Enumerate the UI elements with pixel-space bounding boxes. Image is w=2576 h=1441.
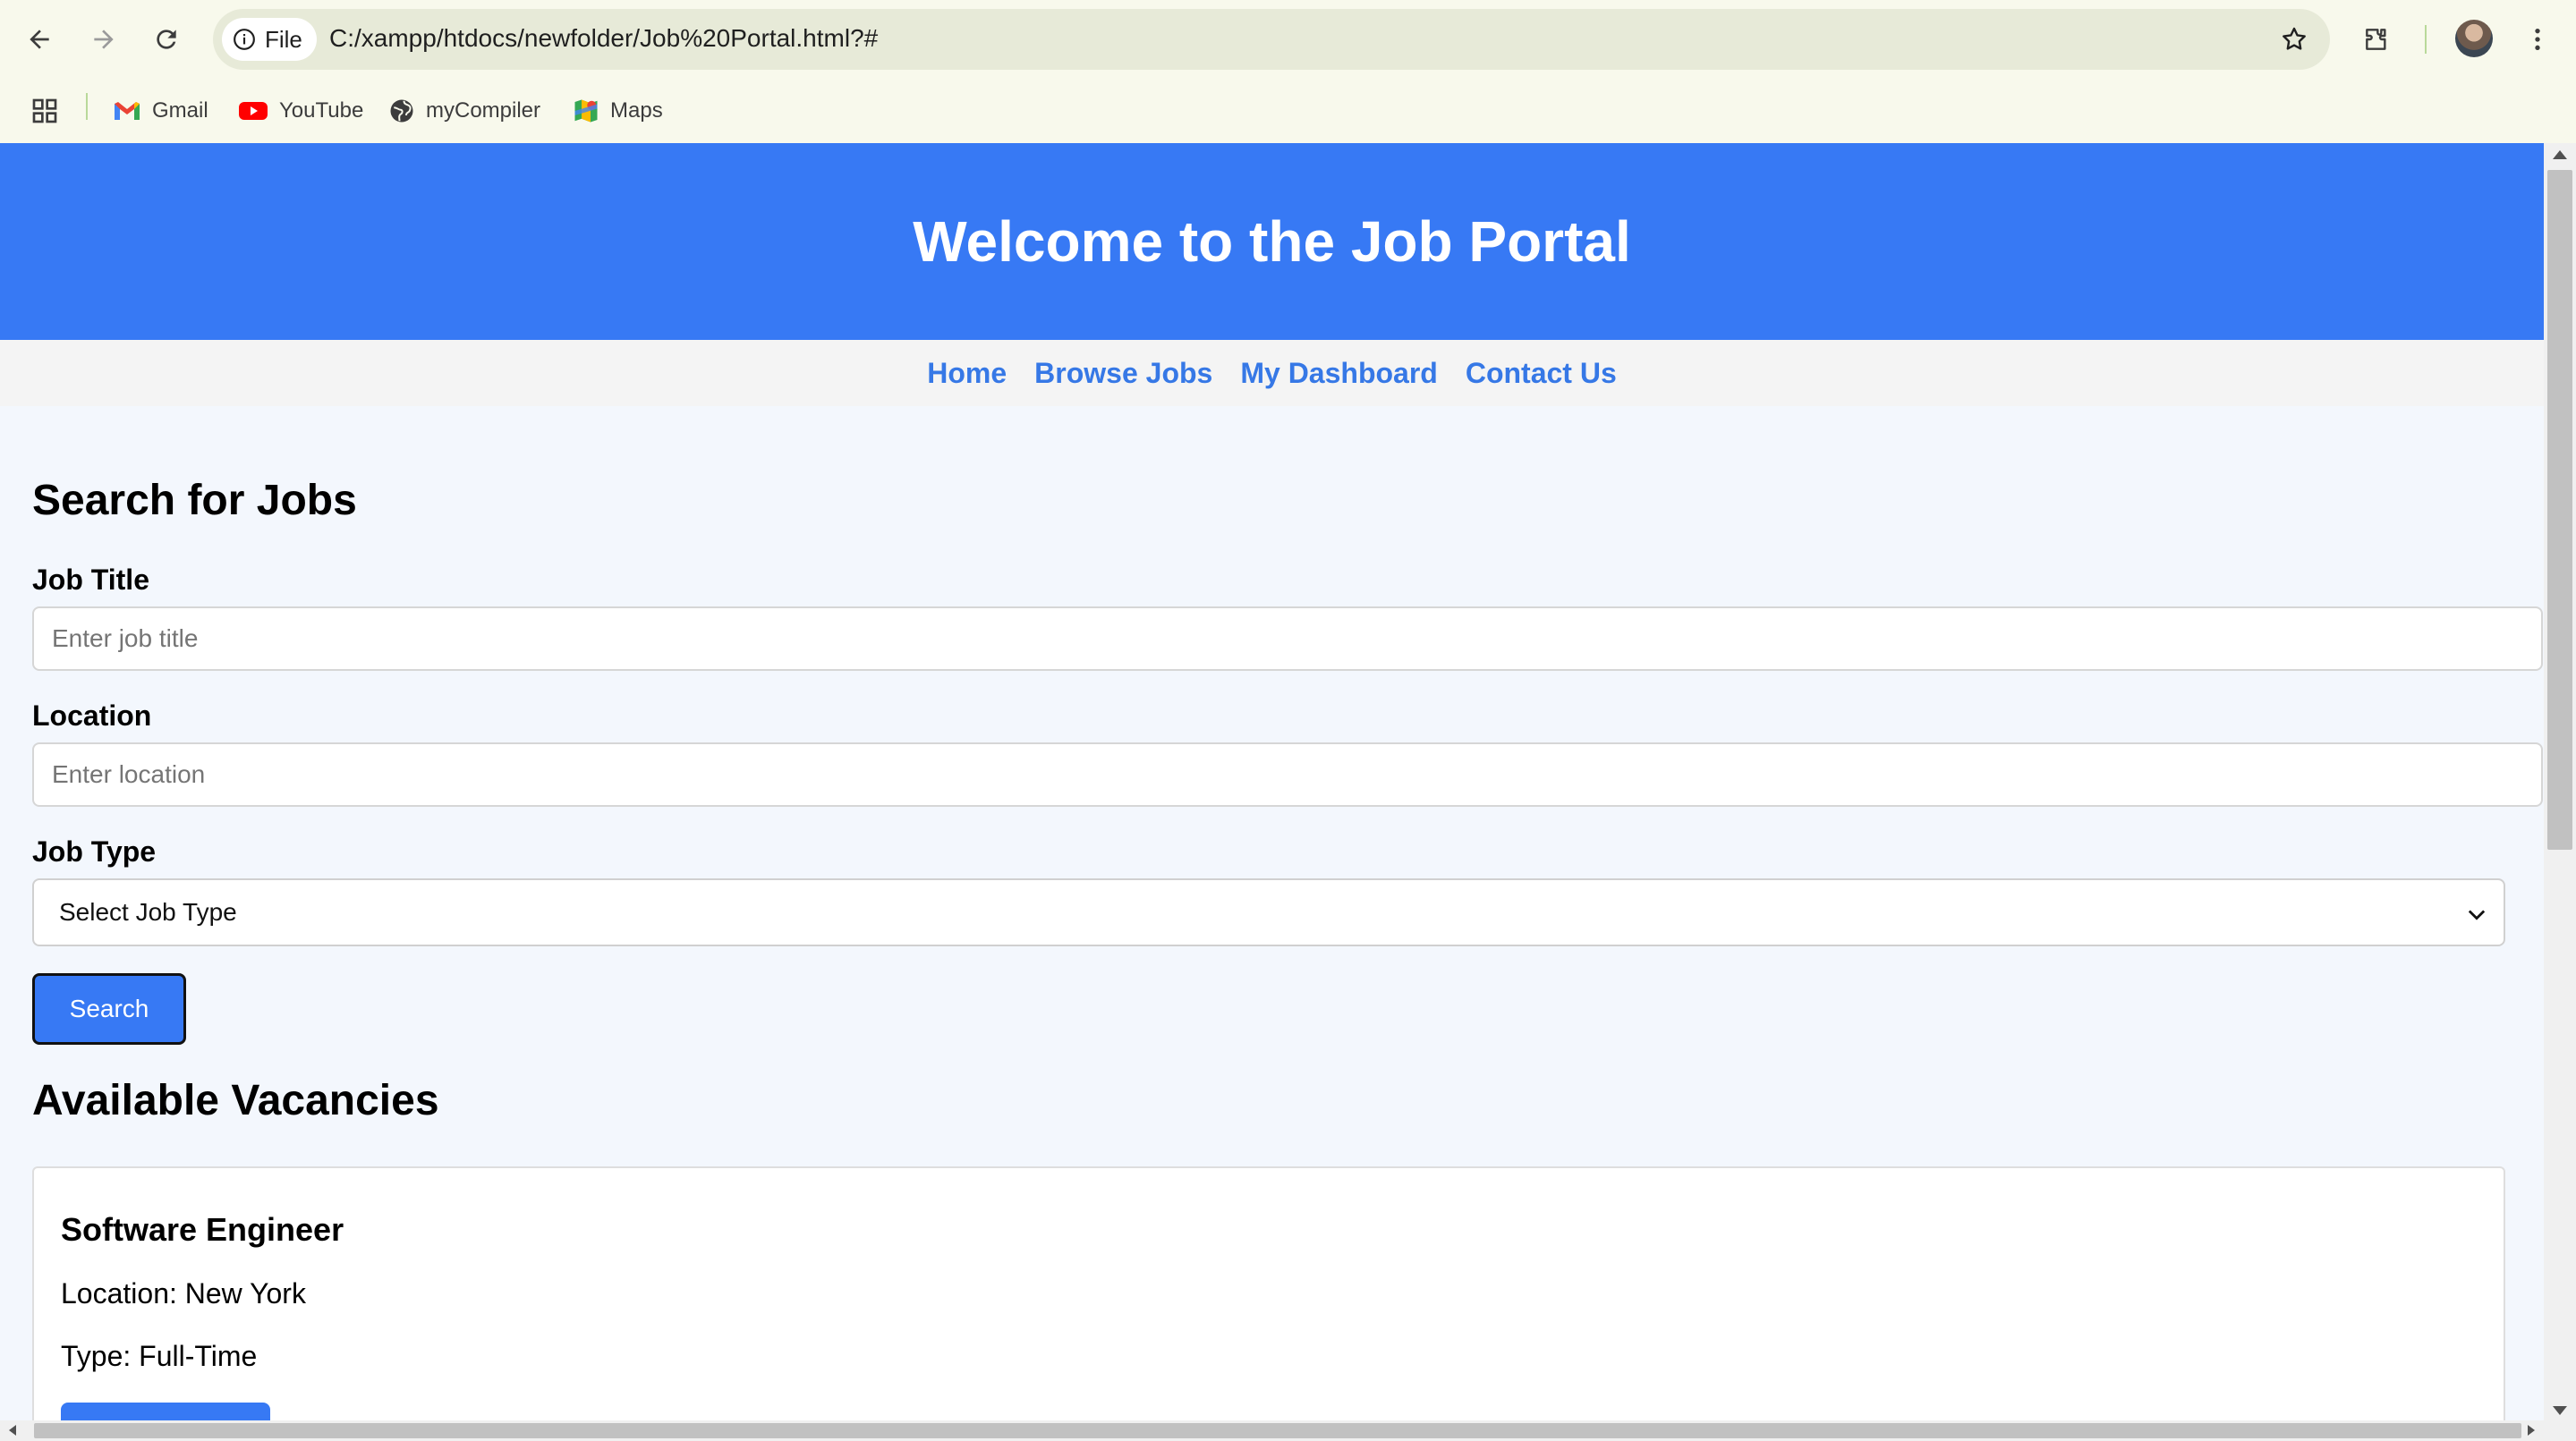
job-card: Software Engineer Location: New York Typ… xyxy=(32,1166,2505,1420)
globe-icon xyxy=(390,99,413,123)
location-label: Location xyxy=(32,699,152,732)
reload-button[interactable] xyxy=(141,14,191,64)
bookmark-maps[interactable]: Maps xyxy=(573,91,663,131)
apps-button[interactable] xyxy=(30,91,59,131)
job-card-title: Software Engineer xyxy=(61,1211,344,1248)
job-card-location: Location: New York xyxy=(61,1277,306,1310)
site-info-chip[interactable]: File xyxy=(222,18,317,61)
bookmarks-bar: Gmail YouTube myCompiler Maps xyxy=(0,79,2576,143)
info-icon xyxy=(234,29,255,50)
apps-grid-icon xyxy=(32,98,57,123)
extensions-button[interactable] xyxy=(2351,14,2402,64)
scroll-down-icon[interactable] xyxy=(2553,1406,2567,1415)
bookmark-label: YouTube xyxy=(279,98,364,123)
job-title-label: Job Title xyxy=(32,564,149,596)
search-heading: Search for Jobs xyxy=(32,477,357,524)
page-content: Welcome to the Job Portal Home Browse Jo… xyxy=(0,143,2544,1420)
back-button[interactable] xyxy=(14,14,64,64)
job-type-select[interactable]: Select Job Type xyxy=(32,878,2505,946)
youtube-icon xyxy=(239,102,268,120)
scroll-left-icon[interactable] xyxy=(9,1425,16,1436)
bookmark-label: Gmail xyxy=(152,98,208,123)
profile-avatar[interactable] xyxy=(2455,20,2493,57)
browser-menu-button[interactable] xyxy=(2512,14,2563,64)
toolbar-divider xyxy=(2425,25,2427,54)
vertical-scrollbar[interactable] xyxy=(2544,143,2576,1420)
file-chip-label: File xyxy=(265,25,302,53)
vertical-scroll-thumb[interactable] xyxy=(2547,170,2572,850)
bookmark-youtube[interactable]: YouTube xyxy=(238,91,363,131)
star-icon xyxy=(2283,27,2306,50)
gmail-icon xyxy=(115,102,140,120)
scroll-right-icon[interactable] xyxy=(2528,1425,2535,1436)
page-title: Welcome to the Job Portal xyxy=(913,209,1631,274)
job-card-type: Type: Full-Time xyxy=(61,1340,258,1372)
puzzle-icon xyxy=(2366,29,2386,50)
search-button[interactable]: Search xyxy=(32,973,186,1045)
reload-icon xyxy=(157,30,176,49)
bookmark-label: Maps xyxy=(610,98,663,123)
job-card-action-button[interactable] xyxy=(61,1403,270,1420)
bookmarks-divider xyxy=(86,93,88,120)
forward-button[interactable] xyxy=(79,14,129,64)
chevron-down-icon xyxy=(2468,910,2486,920)
job-title-input[interactable] xyxy=(32,606,2543,671)
job-type-label: Job Type xyxy=(32,835,157,868)
page-header: Welcome to the Job Portal xyxy=(0,143,2544,340)
nav-link-browse-jobs[interactable]: Browse Jobs xyxy=(1034,357,1212,390)
bookmark-label: myCompiler xyxy=(426,98,541,123)
nav-link-contact-us[interactable]: Contact Us xyxy=(1466,357,1617,390)
nav-link-home[interactable]: Home xyxy=(927,357,1007,390)
horizontal-scroll-thumb[interactable] xyxy=(34,1423,2521,1438)
nav-link-my-dashboard[interactable]: My Dashboard xyxy=(1240,357,1437,390)
horizontal-scrollbar[interactable] xyxy=(0,1420,2576,1441)
job-type-selected-value: Select Job Type xyxy=(59,898,237,926)
arrow-left-icon xyxy=(30,30,49,49)
bookmark-mycompiler[interactable]: myCompiler xyxy=(388,91,540,131)
location-input[interactable] xyxy=(32,742,2543,807)
browser-toolbar: File C:/xampp/htdocs/newfolder/Job%20Por… xyxy=(0,0,2576,79)
main-nav: Home Browse Jobs My Dashboard Contact Us xyxy=(0,340,2544,406)
vacancies-heading: Available Vacancies xyxy=(32,1077,439,1124)
address-bar[interactable]: File C:/xampp/htdocs/newfolder/Job%20Por… xyxy=(213,9,2330,70)
scroll-up-icon[interactable] xyxy=(2553,150,2567,159)
arrow-right-icon xyxy=(94,30,114,49)
url-text[interactable]: C:/xampp/htdocs/newfolder/Job%20Portal.h… xyxy=(329,24,878,53)
more-vertical-icon xyxy=(2535,29,2540,50)
bookmark-star-button[interactable] xyxy=(2273,18,2316,61)
bookmark-gmail[interactable]: Gmail xyxy=(113,91,208,131)
maps-icon xyxy=(574,99,598,123)
